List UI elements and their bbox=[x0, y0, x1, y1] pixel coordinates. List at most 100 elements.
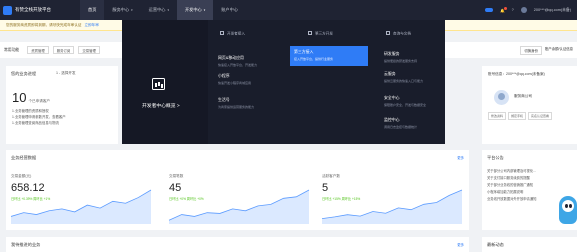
list-item[interactable]: 小程序增加能力拓展说明 bbox=[487, 189, 549, 196]
mascot-eye bbox=[569, 204, 572, 208]
help-icon[interactable]: ? bbox=[512, 8, 514, 12]
nav-account-label: 账户中心 bbox=[221, 7, 238, 12]
folder-icon bbox=[220, 31, 224, 35]
menu-item-title: 云服务 bbox=[384, 71, 396, 76]
nav-service-center[interactable]: 服务中心 ▾ bbox=[104, 0, 140, 20]
nav-home[interactable]: 首页 bbox=[80, 0, 105, 20]
column-title-text: 第三方开发 bbox=[315, 31, 333, 36]
menu-item-title: 第三方接入 bbox=[294, 49, 314, 54]
card-title: 业务经营数据 bbox=[11, 155, 37, 160]
business-progress-card: 您的业务进程 1 - 选择开发 10 个已申请客户 1.业务管理的资质和授权 1.… bbox=[6, 66, 118, 144]
account-info: 账号信息：200***@qq.com(未备案) bbox=[488, 72, 545, 77]
list-item[interactable]: 关于部分公司内部管理及可视化... bbox=[487, 168, 549, 175]
menu-item-title: 监控中心 bbox=[384, 117, 400, 122]
menu-item-title: 安全中心 bbox=[384, 95, 400, 100]
column-title: 查询与文档 bbox=[386, 31, 411, 37]
list-item[interactable]: 业务线开放数据对外开放申请通知 bbox=[487, 196, 549, 203]
nav-home-label: 首页 bbox=[88, 7, 97, 12]
account-label: 账号信息： bbox=[488, 72, 506, 76]
mascot-eye bbox=[565, 204, 568, 208]
column-title-text: 开发者接入 bbox=[227, 31, 245, 36]
more-link[interactable]: 更多 bbox=[457, 242, 464, 247]
menu-item-cloud[interactable]: 云服务提供云服务的快速入口与能力 bbox=[380, 68, 458, 88]
metric-label: 交易金额(元) bbox=[11, 174, 32, 178]
nav-developer-center[interactable]: 开发中心 ▾ bbox=[176, 0, 214, 20]
trend-area bbox=[322, 190, 462, 224]
notice-text: 您的服务商资质即将到期，请尽快完成年审认证 bbox=[6, 22, 82, 27]
nav-service-label: 服务中心 bbox=[112, 7, 130, 12]
nav-developer-label: 开发中心 bbox=[184, 7, 202, 12]
menu-item-desc: 为商家提供运营服务的能力 bbox=[218, 105, 255, 109]
edit-profile-button[interactable]: 修改资料 bbox=[488, 112, 507, 120]
column-title: 第三方开发 bbox=[308, 31, 333, 37]
menu-item-desc: 调用日志监控与数据统计 bbox=[384, 125, 418, 129]
developer-center-dropdown: 开发者中心概览 > 开发者接入 网页&移动应用 快速接入开放平台，开发能力 小程序… bbox=[122, 20, 445, 144]
brand-name: 有赞全栈开放平台 bbox=[15, 7, 51, 12]
list-item[interactable]: 关于支付接口服务续费的提醒 bbox=[487, 175, 549, 182]
menu-item-thirdparty[interactable]: 第三方接入 接入开放平台，提供行业服务 bbox=[290, 46, 368, 66]
card-title: 您的业务进程 bbox=[11, 71, 37, 76]
bind-phone-button[interactable]: 绑定手机 bbox=[508, 112, 527, 120]
menu-item-desc: 提供云服务的快速入口与能力 bbox=[384, 79, 424, 83]
menu-item-title: 研发服务 bbox=[384, 51, 400, 56]
business-metrics-card: 业务经营数据 更多 交易金额(元) 658.12 日环比 +0.39% 周环比 … bbox=[6, 150, 469, 230]
column-title-text: 查询与文档 bbox=[393, 31, 411, 36]
list-item[interactable]: 关于部分业务线的营销推广通知 bbox=[487, 182, 549, 189]
quick-button-qualification[interactable]: 资质管理 bbox=[27, 46, 49, 54]
logo-icon bbox=[3, 5, 12, 15]
applied-unit: 个已申请客户 bbox=[28, 99, 51, 103]
theme-toggle[interactable] bbox=[484, 8, 493, 12]
mascot-image[interactable] bbox=[557, 190, 577, 230]
card-title: 我待推进的业务 bbox=[11, 242, 41, 247]
account-card: 账号信息：200***@qq.com(未备案) 服务商公司 修改资料 绑定手机 … bbox=[482, 66, 577, 144]
trend-area bbox=[11, 190, 151, 224]
chevron-down-icon: ▾ bbox=[203, 8, 206, 12]
verify-button[interactable]: 实名认证查看 bbox=[528, 112, 553, 120]
applied-customers-count: 10 个已申请客户 bbox=[12, 90, 50, 105]
menu-item-desc: 快速开发小程序商城应用 bbox=[218, 81, 252, 85]
quick-button-trade[interactable]: 交易管理 bbox=[78, 46, 100, 54]
avatar[interactable] bbox=[520, 7, 527, 13]
notification-dot bbox=[503, 6, 507, 10]
nav-account-center[interactable]: 账户中心 bbox=[213, 0, 246, 20]
dropdown-overview[interactable]: 开发者中心概览 > bbox=[122, 20, 208, 144]
more-link[interactable]: 更多 bbox=[457, 155, 464, 160]
menu-item-security[interactable]: 安全中心保障账户安全，开发与数据安全 bbox=[380, 92, 458, 112]
brand-logo[interactable]: 有赞全栈开放平台 bbox=[0, 5, 80, 15]
card-title: 平台公告 bbox=[487, 155, 504, 160]
notice-link[interactable]: 立即年审 bbox=[84, 23, 98, 28]
menu-item-desc: 提供便捷的研发服务支持 bbox=[384, 59, 418, 63]
menu-item-desc: 快速接入开放平台，开发能力 bbox=[218, 63, 258, 67]
progress-filter[interactable]: 1 - 选择开发 bbox=[56, 71, 76, 76]
overview-link[interactable]: 开发者中心概览 > bbox=[142, 102, 180, 109]
nav-operation-center[interactable]: 运营中心 ▾ bbox=[141, 0, 177, 20]
account-actions: 修改资料 绑定手机 实名认证查看 bbox=[488, 112, 553, 120]
menu-item-miniprogram[interactable]: 小程序快速开发小程序商城应用 bbox=[214, 70, 292, 90]
quick-button-subscription[interactable]: 服务订阅 bbox=[52, 46, 75, 54]
folder-icon bbox=[386, 31, 390, 35]
metric-label: 交易笔数 bbox=[169, 174, 184, 178]
latest-news-card: 最新动态 bbox=[482, 237, 577, 252]
menu-item-desc: 保障账户安全，开发与数据安全 bbox=[384, 103, 427, 107]
switch-identity-button[interactable]: 切换身份 bbox=[520, 46, 542, 55]
account-email[interactable]: 200***@qq.com(未备) bbox=[534, 8, 571, 13]
nav-operation-label: 运营中心 bbox=[148, 7, 166, 12]
progress-list: 1.业务管理的资质和授权 1.业务管理申请参数开发，查看客户 1.业务管理查阅商… bbox=[12, 108, 66, 126]
dashboard-icon bbox=[152, 78, 165, 90]
trend-area bbox=[169, 190, 309, 224]
avatar[interactable] bbox=[494, 90, 509, 105]
menu-item-rd-service[interactable]: 研发服务提供便捷的研发服务支持 bbox=[380, 48, 458, 68]
card-title: 最新动态 bbox=[487, 242, 504, 247]
menu-item-title: 小程序 bbox=[218, 73, 230, 78]
menu-item-web-mobile[interactable]: 网页&移动应用 快速接入开放平台，开发能力 bbox=[214, 52, 292, 72]
nav-right-tools: 🔔 ? 200***@qq.com(未备) bbox=[484, 0, 571, 20]
quick-right-tools: 切换身份 账户余额/认证信息 bbox=[520, 46, 573, 55]
menu-item-monitor[interactable]: 监控中心调用日志监控与数据统计 bbox=[380, 114, 458, 134]
list-item[interactable]: 1.业务管理查阅商品信息与物流 bbox=[12, 120, 66, 126]
menu-item-lifeno[interactable]: 生活号 为商家提供运营服务的能力 bbox=[214, 94, 292, 114]
bell-icon[interactable]: 🔔 bbox=[500, 6, 507, 13]
balance-link[interactable]: 账户余额/认证信息 bbox=[545, 46, 573, 55]
account-name: 服务商公司 bbox=[514, 94, 532, 98]
applied-value: 10 bbox=[12, 90, 27, 105]
mascot-face bbox=[562, 200, 574, 212]
